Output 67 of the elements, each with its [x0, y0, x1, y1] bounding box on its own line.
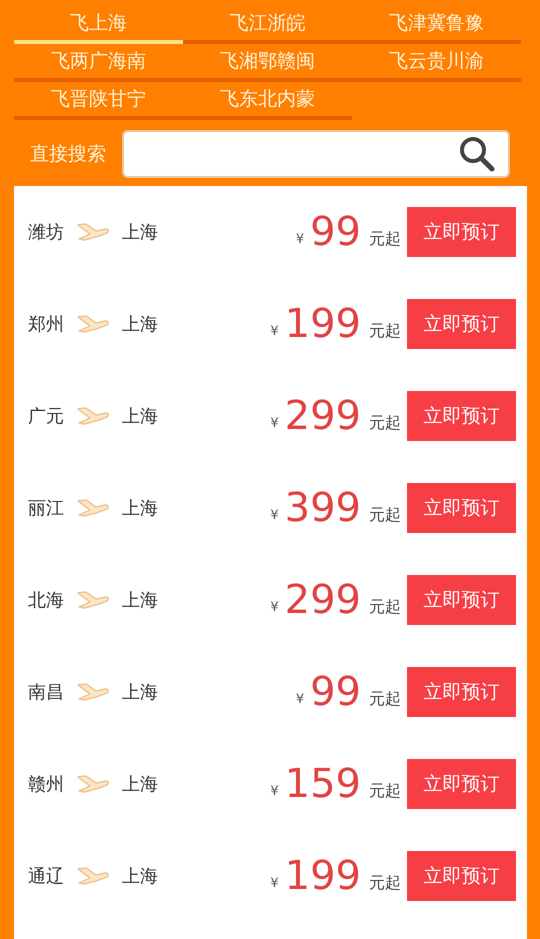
tab[interactable]: 飞东北内蒙: [183, 82, 352, 120]
price-unit: 元起: [369, 228, 401, 250]
book-button[interactable]: 立即预订: [407, 391, 516, 441]
search-icon[interactable]: [458, 135, 496, 173]
price: 199: [284, 853, 361, 899]
origin-city: 南昌: [28, 681, 64, 704]
origin-city: 赣州: [28, 773, 64, 796]
origin-city: 广元: [28, 405, 64, 428]
plane-icon: [76, 681, 110, 703]
book-button[interactable]: 立即预订: [407, 299, 516, 349]
destination-city: 上海: [122, 681, 158, 704]
price-unit: 元起: [369, 688, 401, 710]
currency-symbol: ¥: [270, 876, 279, 890]
search-field[interactable]: [122, 130, 510, 178]
price-unit: 元起: [369, 780, 401, 802]
origin-city: 北海: [28, 589, 64, 612]
book-button[interactable]: 立即预订: [407, 851, 516, 901]
currency-symbol: ¥: [270, 784, 279, 798]
plane-icon: [76, 313, 110, 335]
tab[interactable]: 飞云贵川渝: [352, 44, 521, 82]
plane-icon: [76, 405, 110, 427]
currency-symbol: ¥: [296, 232, 304, 246]
destination-city: 上海: [122, 865, 158, 888]
price-unit: 元起: [369, 412, 401, 434]
price: 159: [284, 761, 361, 807]
destination-city: 上海: [122, 221, 158, 244]
currency-symbol: ¥: [270, 416, 279, 430]
tab[interactable]: 飞上海: [14, 6, 183, 44]
origin-city: 通辽: [28, 865, 64, 888]
tab[interactable]: 飞津冀鲁豫: [352, 6, 521, 44]
price: 299: [284, 577, 361, 623]
destination-city: 上海: [122, 313, 158, 336]
price-unit: 元起: [369, 504, 401, 526]
origin-city: 丽江: [28, 497, 64, 520]
plane-icon: [76, 497, 110, 519]
book-button[interactable]: 立即预订: [407, 759, 516, 809]
plane-icon: [76, 221, 110, 243]
book-button[interactable]: 立即预订: [407, 483, 516, 533]
origin-city: 潍坊: [28, 221, 64, 244]
tab[interactable]: 飞两广海南: [14, 44, 183, 82]
currency-symbol: ¥: [270, 324, 279, 338]
currency-symbol: ¥: [270, 508, 279, 522]
destination-city: 上海: [122, 773, 158, 796]
plane-icon: [76, 865, 110, 887]
book-button[interactable]: 立即预订: [407, 667, 516, 717]
origin-city: 郑州: [28, 313, 64, 336]
plane-icon: [76, 589, 110, 611]
price-unit: 元起: [369, 320, 401, 342]
tab[interactable]: 飞江浙皖: [183, 6, 352, 44]
plane-icon: [76, 773, 110, 795]
price: 99: [310, 669, 361, 715]
destination-city: 上海: [122, 405, 158, 428]
price: 99: [310, 209, 361, 255]
tab[interactable]: 飞晋陕甘宁: [14, 82, 183, 120]
destination-city: 上海: [122, 589, 158, 612]
book-button[interactable]: 立即预订: [407, 575, 516, 625]
tab[interactable]: 飞湘鄂赣闽: [183, 44, 352, 82]
price-unit: 元起: [369, 596, 401, 618]
search-label: 直接搜索: [30, 142, 106, 167]
price: 399: [284, 485, 361, 531]
price: 299: [284, 393, 361, 439]
price-unit: 元起: [369, 872, 401, 894]
currency-symbol: ¥: [296, 692, 304, 706]
book-button[interactable]: 立即预订: [407, 207, 516, 257]
currency-symbol: ¥: [270, 600, 279, 614]
destination-city: 上海: [122, 497, 158, 520]
price: 199: [284, 301, 361, 347]
